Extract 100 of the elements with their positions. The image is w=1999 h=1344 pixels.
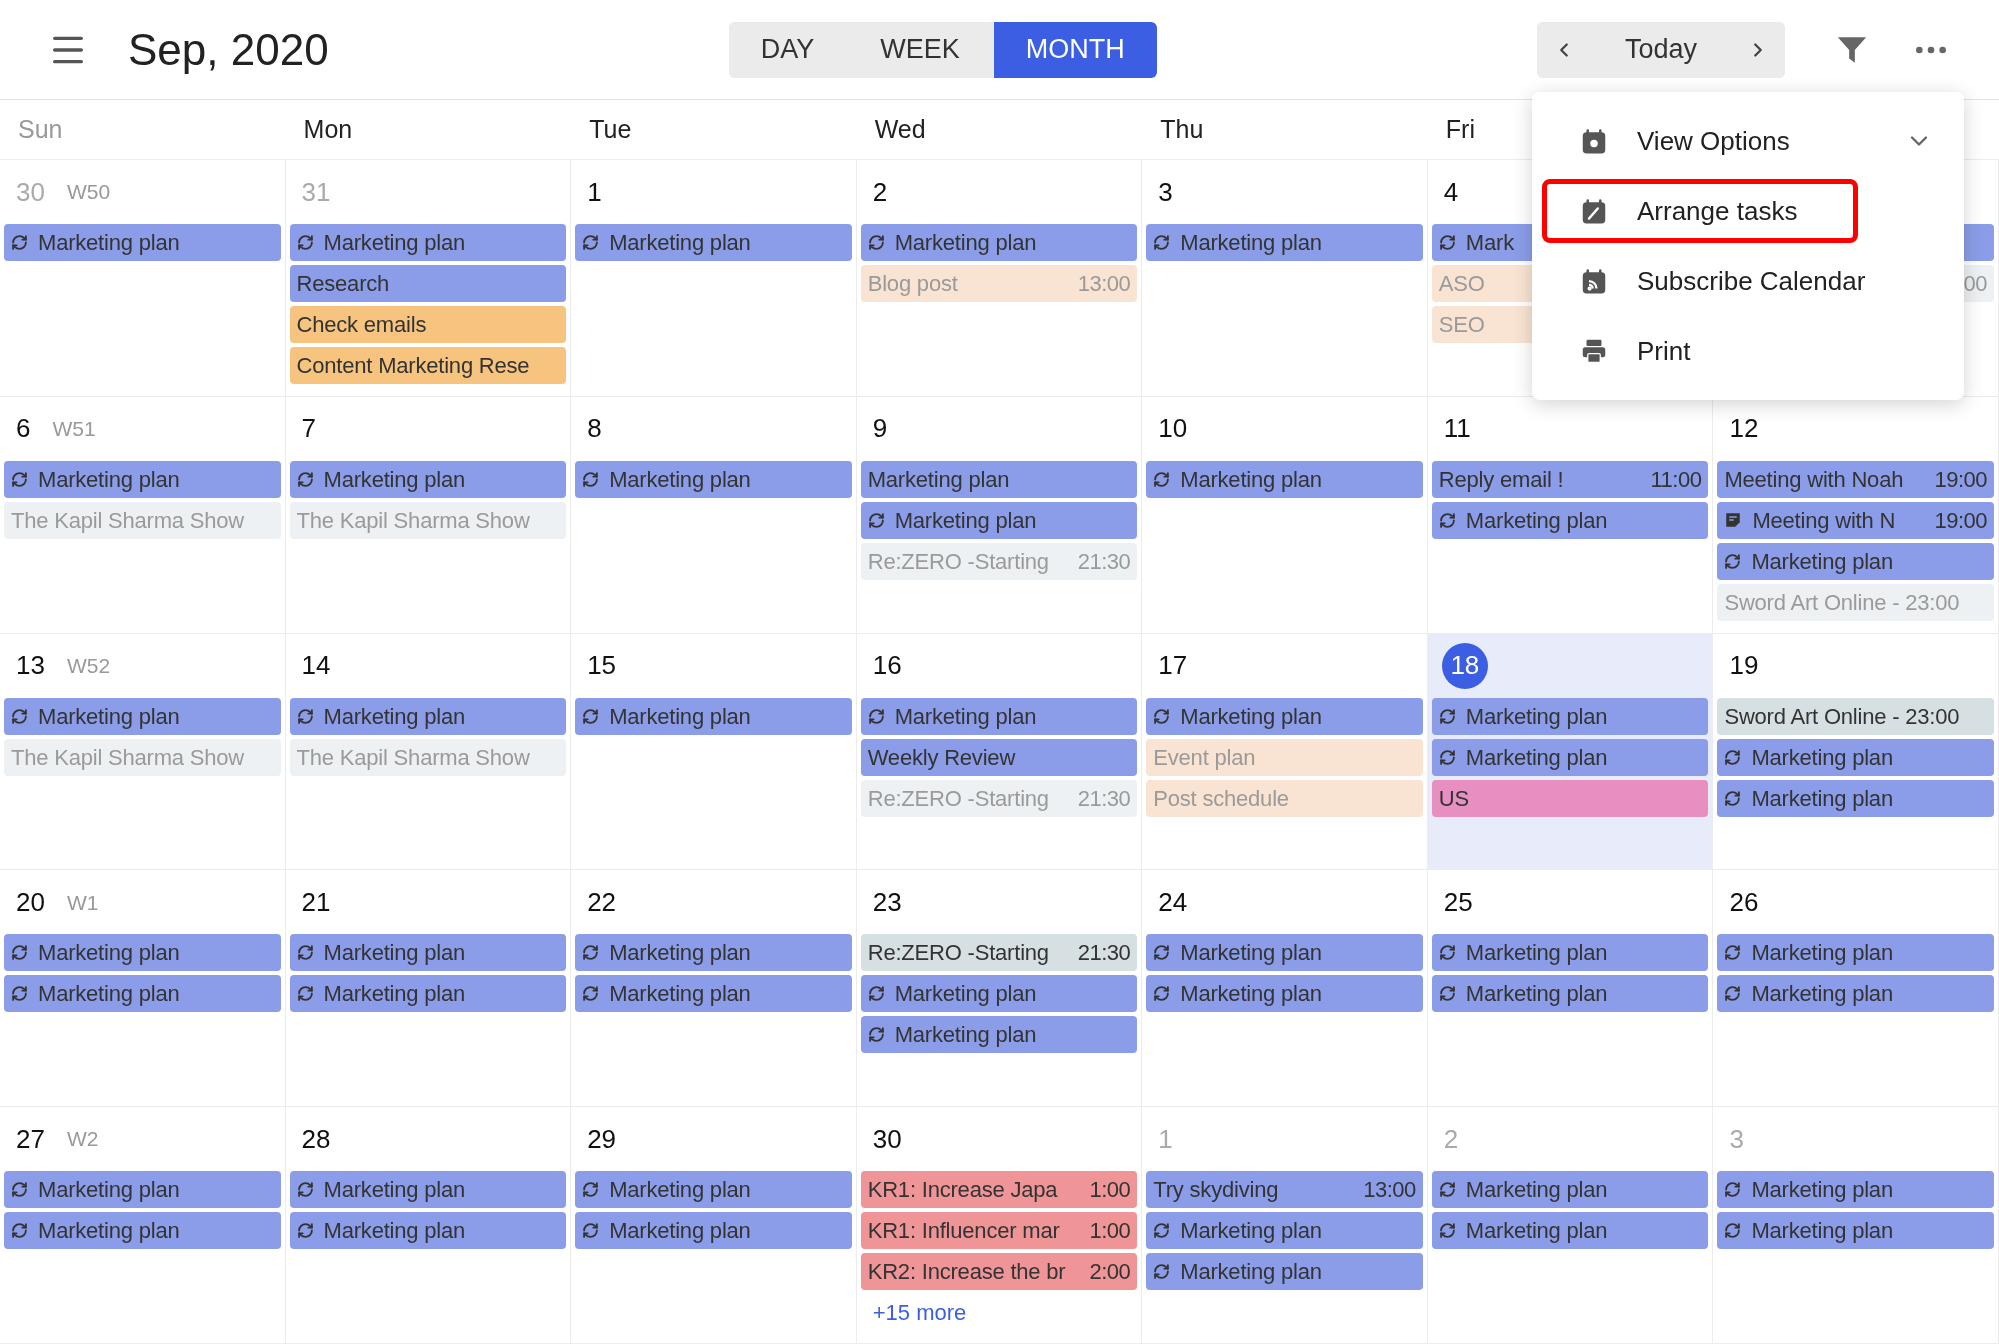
event-chip[interactable]: KR1: Influencer mar 1:00 <box>860 1212 1138 1250</box>
event-title: Marketing plan <box>609 1217 751 1246</box>
event-chip[interactable]: Marketing plan <box>575 460 852 498</box>
event-chip[interactable]: Marketing plan <box>4 697 281 735</box>
event-chip[interactable]: Re:ZERO -Starting 21:30 <box>860 542 1138 580</box>
event-chip[interactable]: Marketing plan <box>1431 738 1709 776</box>
event-chip[interactable]: Marketing plan <box>1431 975 1709 1013</box>
event-chip[interactable]: Marketing plan <box>289 934 567 972</box>
event-chip[interactable]: Marketing plan <box>289 1171 567 1209</box>
event-chip[interactable]: Marketing plan <box>1717 738 1994 776</box>
event-chip[interactable]: Marketing plan <box>4 975 281 1013</box>
note-icon <box>1724 511 1743 530</box>
day-number: 31 <box>300 175 332 209</box>
event-chip[interactable]: Content Marketing Rese <box>289 347 567 384</box>
event-title: Marketing plan <box>1180 229 1322 257</box>
event-chip[interactable]: Marketing plan <box>575 224 852 261</box>
repeat-icon <box>1438 234 1456 251</box>
event-title: Marketing plan <box>609 465 751 494</box>
event-chip[interactable]: Marketing plan <box>1431 1171 1709 1209</box>
event-chip[interactable]: Marketing plan <box>289 697 567 735</box>
event-chip[interactable]: Marketing plan <box>860 224 1138 261</box>
event-chip[interactable]: Re:ZERO -Starting 21:30 <box>860 934 1138 972</box>
day-number: 15 <box>586 649 618 683</box>
event-title: Re:ZERO -Starting <box>867 939 1049 968</box>
event-title: ASO <box>1438 270 1485 298</box>
repeat-icon <box>582 1222 600 1240</box>
event-chip[interactable]: Meeting with N 19:00 <box>1717 501 1994 539</box>
view-tab[interactable]: MONTH <box>993 21 1157 78</box>
event-chip[interactable]: Marketing plan <box>575 934 852 972</box>
event-chip[interactable]: Reply email ! 11:00 <box>1431 460 1709 498</box>
more-link[interactable]: +15 more <box>872 1296 967 1330</box>
event-title: Mark <box>1465 229 1514 257</box>
event-chip[interactable]: Marketing plan <box>289 460 567 498</box>
event-chip[interactable]: Marketing plan <box>860 1016 1138 1054</box>
event-chip[interactable]: Marketing plan <box>1717 934 1994 972</box>
event-chip[interactable]: Marketing plan <box>4 1212 281 1250</box>
event-chip[interactable]: Marketing plan <box>4 224 281 261</box>
event-chip[interactable]: Marketing plan <box>1146 224 1423 261</box>
event-chip[interactable]: KR1: Increase Japa 1:00 <box>860 1171 1138 1209</box>
menu-item[interactable]: Subscribe Calendar <box>1542 249 1927 313</box>
day-number: 28 <box>300 1122 332 1156</box>
repeat-icon <box>1153 1263 1171 1281</box>
event-chip[interactable]: Marketing plan <box>1717 542 1994 580</box>
event-chip[interactable]: Marketing plan <box>1431 501 1709 539</box>
weekday-label: Mon <box>303 113 353 145</box>
event-chip[interactable]: Marketing plan <box>1431 1212 1709 1250</box>
event-time: 1:00 <box>1089 1176 1131 1205</box>
day-number: 30 <box>15 175 46 209</box>
event-chip[interactable]: Marketing plan <box>575 697 852 735</box>
event-chip[interactable]: Marketing plan <box>4 934 281 972</box>
day-number: 21 <box>300 885 332 919</box>
event-chip[interactable]: Marketing plan <box>1146 1212 1423 1250</box>
event-chip[interactable]: Marketing plan <box>1717 1212 1994 1250</box>
event-chip[interactable]: Marketing plan <box>1146 934 1423 972</box>
event-chip[interactable]: Marketing plan <box>575 975 852 1013</box>
event-chip[interactable]: Meeting with Noah 19:00 <box>1717 460 1994 498</box>
event-chip[interactable]: The Kapil Sharma Show <box>289 738 567 776</box>
event-chip[interactable]: Re:ZERO -Starting 21:30 <box>860 779 1138 817</box>
event-chip[interactable]: Marketing plan <box>4 460 281 498</box>
event-chip[interactable]: Try skydiving 13:00 <box>1146 1171 1423 1209</box>
event-chip[interactable]: Research <box>289 265 567 302</box>
event-chip[interactable]: Marketing plan <box>860 975 1138 1013</box>
event-chip[interactable]: Marketing plan <box>1146 1253 1423 1291</box>
event-chip[interactable]: The Kapil Sharma Show <box>289 501 567 539</box>
event-chip[interactable]: Marketing plan <box>1146 460 1423 498</box>
menu-item[interactable]: Arrange tasks <box>1542 179 1859 243</box>
event-chip[interactable]: Marketing plan <box>1431 934 1709 972</box>
event-chip[interactable]: Marketing plan <box>289 975 567 1013</box>
event-chip[interactable]: Marketing plan <box>1717 1171 1994 1209</box>
event-chip[interactable]: Marketing plan <box>575 1171 852 1209</box>
event-chip[interactable]: Marketing plan <box>575 1212 852 1250</box>
event-chip[interactable]: Marketing plan <box>289 224 567 261</box>
repeat-icon <box>11 944 28 962</box>
event-title: Meeting with Noah <box>1724 465 1904 494</box>
event-chip[interactable]: KR2: Increase the br 2:00 <box>860 1253 1138 1291</box>
event-chip[interactable]: Marketing plan <box>1431 697 1709 735</box>
event-chip[interactable]: Marketing plan <box>289 1212 567 1250</box>
event-chip[interactable]: Weekly Review <box>860 738 1138 776</box>
event-chip[interactable]: Check emails <box>289 306 567 343</box>
day-number: 29 <box>586 1122 618 1156</box>
event-title: Marketing plan <box>894 1021 1037 1050</box>
repeat-icon <box>582 470 600 488</box>
repeat-icon <box>1438 748 1456 766</box>
event-title: KR2: Increase the br <box>867 1258 1066 1287</box>
event-chip[interactable]: Marketing plan <box>860 501 1138 539</box>
event-chip[interactable]: Sword Art Online - 23:00 <box>1717 697 1994 735</box>
event-chip[interactable]: Marketing plan <box>1146 975 1423 1013</box>
event-chip[interactable]: Marketing plan <box>860 460 1138 498</box>
menu-item[interactable]: View Options <box>1542 109 1954 173</box>
event-chip[interactable]: Marketing plan <box>4 1171 281 1209</box>
event-chip[interactable]: Marketing plan <box>1146 697 1423 735</box>
event-chip[interactable]: The Kapil Sharma Show <box>4 501 281 539</box>
event-chip[interactable]: Marketing plan <box>860 697 1138 735</box>
event-chip[interactable]: Sword Art Online - 23:00 <box>1717 583 1994 621</box>
repeat-icon <box>296 470 314 488</box>
event-chip[interactable]: The Kapil Sharma Show <box>4 738 281 776</box>
event-chip[interactable]: US <box>1431 779 1709 817</box>
event-chip[interactable]: Marketing plan <box>1717 779 1994 817</box>
menu-item[interactable]: Print <box>1542 319 1752 383</box>
event-chip[interactable]: Marketing plan <box>1717 975 1994 1013</box>
